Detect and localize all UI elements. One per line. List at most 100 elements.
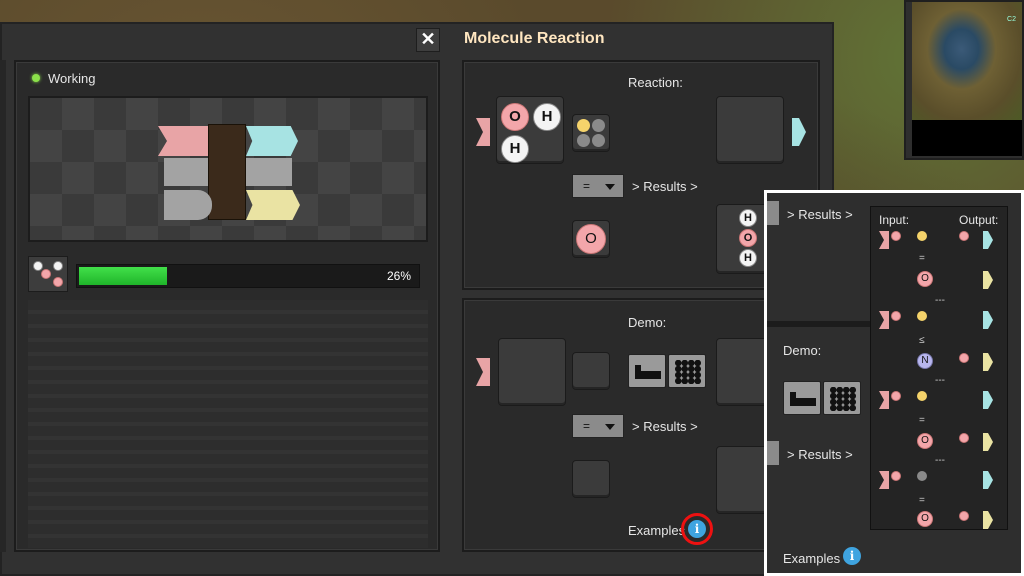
water-molecule-icon [959, 353, 969, 363]
oxygen-atom-icon [41, 269, 51, 279]
tooltip-output-arrow-icon [983, 511, 993, 529]
tooltip-output-arrow-icon [983, 231, 993, 249]
tooltip-output-arrow-icon [983, 471, 993, 489]
minimap[interactable]: C2 [904, 0, 1024, 160]
minimap-terrain [912, 2, 1022, 120]
popup-dropdown-edge-2[interactable] [767, 441, 779, 465]
progress-text: 26% [386, 269, 411, 283]
catalyst-icon [917, 471, 927, 481]
highlight-ring [681, 513, 713, 545]
comparator-value: = [583, 419, 591, 433]
demo-grid-button[interactable] [668, 354, 706, 388]
tooltip-output-header: Output: [959, 213, 999, 227]
input-belt-arrow-icon [158, 126, 208, 156]
water-molecule-icon [959, 511, 969, 521]
hydrogen-atom-icon: H [533, 103, 561, 131]
examples-tooltip: Input: Output: = O --- ≤ N --- = O --- =… [870, 206, 1008, 530]
water-molecule-icon [891, 311, 901, 321]
reaction-output-slot[interactable] [716, 96, 784, 164]
catalyst-icon [917, 391, 927, 401]
reaction-results-label: > Results > [632, 179, 698, 194]
reaction-input-slot[interactable]: O H H [496, 96, 564, 164]
yellow-atom-icon [577, 119, 590, 132]
status-indicator-icon [32, 74, 40, 82]
molecule-recipe-icon [28, 256, 68, 292]
water-molecule-icon [891, 231, 901, 241]
grid-icon [675, 360, 701, 384]
popup-results-label-2: > Results > [787, 447, 853, 462]
demo-build-button[interactable] [628, 354, 666, 388]
tooltip-comparator: = [919, 253, 925, 264]
demo-comparator-dropdown[interactable]: = [572, 414, 624, 438]
water-molecule-icon [959, 433, 969, 443]
minimap-unexplored [912, 120, 1022, 156]
inventory-area [28, 300, 428, 548]
examples-label: Examples [628, 523, 686, 538]
tooltip-comparator: ≤ [919, 335, 925, 346]
machine-preview[interactable] [28, 96, 428, 242]
reaction-comparator-dropdown[interactable]: = [572, 174, 624, 198]
water-molecule-icon [891, 391, 901, 401]
grey-atom-icon [577, 134, 590, 147]
close-button[interactable]: ✕ [416, 28, 440, 52]
tooltip-comparator: = [919, 495, 925, 506]
tooltip-input-arrow-icon [879, 231, 889, 249]
comparator-value: = [583, 179, 591, 193]
oxygen-atom-icon [53, 277, 63, 287]
chevron-down-icon [605, 184, 615, 190]
tooltip-separator: --- [935, 455, 945, 466]
demo-results-label: > Results > [632, 419, 698, 434]
bed-icon-head [635, 365, 641, 373]
progress-bar: 26% [76, 264, 420, 288]
oxygen-atom-icon: O [917, 433, 933, 449]
oxygen-atom-icon: O [917, 271, 933, 287]
demo-catalyst-slot[interactable] [572, 352, 610, 390]
popup-results-label: > Results > [787, 207, 853, 222]
grey-atom-icon [592, 119, 605, 132]
catalyst-icon [917, 231, 927, 241]
tooltip-input-arrow-icon [879, 471, 889, 489]
tooltip-input-header: Input: [879, 213, 910, 227]
demo-label: Demo: [628, 315, 667, 330]
tooltip-output-arrow-icon [983, 311, 993, 329]
popup-divider [767, 321, 877, 327]
popup-examples-label: Examples [783, 551, 841, 566]
tooltip-input-arrow-icon [879, 391, 889, 409]
oxygen-atom-icon: O [576, 224, 606, 254]
reaction-label: Reaction: [628, 75, 683, 90]
tooltip-separator: --- [935, 375, 945, 386]
belt-grey-left-2 [164, 190, 212, 220]
output-belt-yellow-icon [246, 190, 300, 220]
tooltip-output-arrow-icon [983, 271, 993, 289]
tooltip-output-arrow-icon [983, 433, 993, 451]
reaction-result-slot[interactable]: O [572, 220, 610, 258]
tooltip-output-arrow-icon [983, 353, 993, 371]
demo-input-slot[interactable] [498, 338, 566, 406]
popup-build-button[interactable] [783, 381, 821, 415]
hydrogen-atom-icon: H [739, 209, 757, 227]
hydrogen-atom-icon: H [739, 249, 757, 267]
popup-demo-label: Demo: [783, 343, 822, 358]
demo-result-slot[interactable] [572, 460, 610, 498]
tooltip-separator: --- [935, 295, 945, 306]
hydrogen-atom-icon [53, 261, 63, 271]
tooltip-output-arrow-icon [983, 391, 993, 409]
popup-dropdown-edge[interactable] [767, 201, 779, 225]
left-edge-panel [0, 60, 6, 552]
tooltip-comparator: = [919, 415, 925, 426]
output-belt-arrow-icon [246, 126, 298, 156]
reaction-catalyst-slot[interactable] [572, 114, 610, 152]
hydrogen-atom-icon: H [501, 135, 529, 163]
status-text: Working [48, 71, 96, 86]
popup-info-icon[interactable]: i [843, 547, 861, 565]
machine-sprite [208, 124, 246, 220]
catalyst-icon [917, 311, 927, 321]
minimap-label: C2 [1007, 16, 1016, 23]
tooltip-input-arrow-icon [879, 311, 889, 329]
bed-icon-head [790, 392, 796, 400]
oxygen-atom-icon: O [501, 103, 529, 131]
belt-grey-right-1 [246, 158, 292, 186]
reaction-result-output-slot[interactable]: H O H [716, 204, 768, 274]
popup-grid-button[interactable] [823, 381, 861, 415]
progress-fill [79, 267, 167, 285]
